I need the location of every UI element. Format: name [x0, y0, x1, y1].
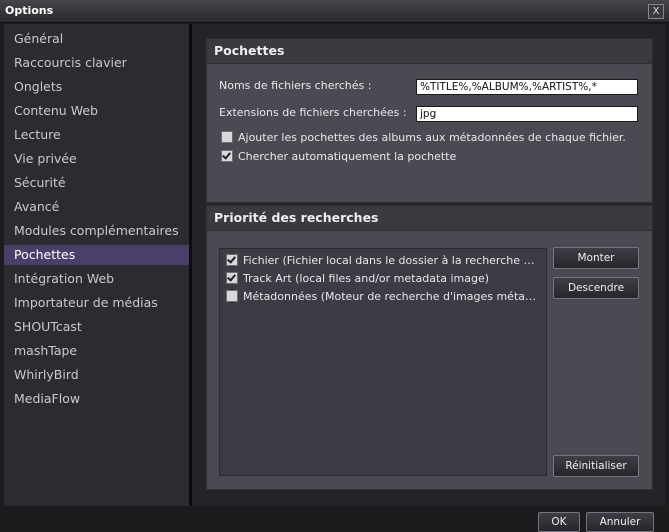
sidebar: Général Raccourcis clavier Onglets Conte… — [4, 24, 192, 506]
close-icon: X — [652, 6, 660, 17]
sidebar-item-playback[interactable]: Lecture — [4, 125, 189, 145]
priority-panel-title: Priorité des recherches — [207, 206, 652, 231]
list-item[interactable]: Métadonnées (Moteur de recherche d'image… — [226, 287, 540, 305]
move-up-button[interactable]: Monter — [553, 247, 639, 269]
close-button[interactable]: X — [648, 4, 664, 19]
sidebar-item-general[interactable]: Général — [4, 29, 189, 49]
move-down-button[interactable]: Descendre — [553, 277, 639, 299]
sidebar-item-shoutcast[interactable]: SHOUTcast — [4, 317, 189, 337]
sidebar-item-whirlybird[interactable]: WhirlyBird — [4, 365, 189, 385]
auto-search-checkbox[interactable] — [221, 150, 233, 162]
list-item-label: Track Art (local files and/or metadata i… — [243, 271, 490, 285]
sidebar-item-web-integration[interactable]: Intégration Web — [4, 269, 189, 289]
priority-list: Fichier (Fichier local dans le dossier à… — [219, 248, 547, 476]
list-item-checkbox[interactable] — [226, 290, 238, 302]
add-to-metadata-label: Ajouter les pochettes des albums aux mét… — [238, 130, 626, 144]
auto-search-label: Chercher automatiquement la pochette — [238, 149, 457, 163]
list-item-label: Métadonnées (Moteur de recherche d'image… — [243, 289, 539, 303]
sidebar-item-privacy[interactable]: Vie privée — [4, 149, 189, 169]
priority-panel: Priorité des recherches Fichier (Fichier… — [206, 205, 653, 490]
pochettes-panel-title: Pochettes — [207, 39, 652, 64]
auto-search-option[interactable]: Chercher automatiquement la pochette — [221, 148, 456, 164]
sidebar-item-tabs[interactable]: Onglets — [4, 77, 189, 97]
sidebar-item-mashtape[interactable]: mashTape — [4, 341, 189, 361]
content-area: Pochettes Noms de fichiers cherchés : Ex… — [192, 24, 665, 506]
sidebar-item-advanced[interactable]: Avancé — [4, 197, 189, 217]
window-title: Options — [5, 4, 54, 17]
list-item-label: Fichier (Fichier local dans le dossier à… — [243, 253, 539, 267]
extensions-label: Extensions de fichiers cherchées : — [219, 106, 407, 119]
cancel-button[interactable]: Annuler — [586, 512, 654, 532]
sidebar-item-pochettes[interactable]: Pochettes — [4, 245, 189, 265]
filenames-input[interactable] — [416, 79, 638, 95]
reset-button[interactable]: Réinitialiser — [553, 455, 639, 477]
ok-button[interactable]: OK — [538, 512, 580, 532]
add-to-metadata-option[interactable]: Ajouter les pochettes des albums aux mét… — [221, 129, 626, 145]
sidebar-item-keyboard-shortcuts[interactable]: Raccourcis clavier — [4, 53, 189, 73]
list-item-checkbox[interactable] — [226, 254, 238, 266]
add-to-metadata-checkbox[interactable] — [221, 131, 233, 143]
sidebar-item-media-importer[interactable]: Importateur de médias — [4, 293, 189, 313]
pochettes-panel: Pochettes Noms de fichiers cherchés : Ex… — [206, 38, 653, 203]
window-titlebar: Options X — [0, 0, 669, 23]
extensions-input[interactable] — [416, 106, 638, 122]
sidebar-item-mediaflow[interactable]: MediaFlow — [4, 389, 189, 409]
sidebar-item-security[interactable]: Sécurité — [4, 173, 189, 193]
list-item[interactable]: Track Art (local files and/or metadata i… — [226, 269, 540, 287]
sidebar-item-web-content[interactable]: Contenu Web — [4, 101, 189, 121]
list-item[interactable]: Fichier (Fichier local dans le dossier à… — [226, 251, 540, 269]
sidebar-item-addons[interactable]: Modules complémentaires — [4, 221, 189, 241]
filenames-label: Noms de fichiers cherchés : — [219, 79, 372, 92]
list-item-checkbox[interactable] — [226, 272, 238, 284]
